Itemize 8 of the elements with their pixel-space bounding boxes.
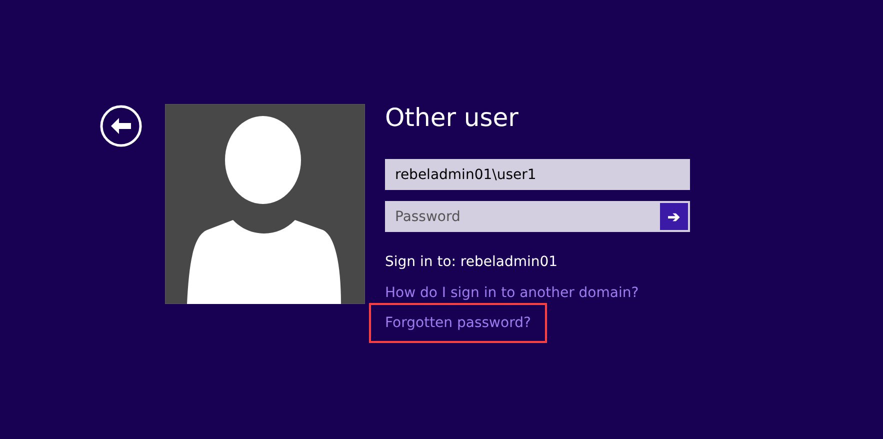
sign-in-domain-text: Sign in to: rebeladmin01 xyxy=(385,253,559,272)
page-title: Other user xyxy=(385,104,520,132)
help-link[interactable]: Forgotten password? xyxy=(385,315,531,331)
submit-button[interactable]: ➔ xyxy=(658,201,690,232)
password-field[interactable]: Password xyxy=(385,201,658,232)
back-button[interactable] xyxy=(100,105,142,147)
help-link[interactable]: How do I sign in to another domain? xyxy=(385,285,639,301)
username-field[interactable]: rebeladmin01\user1 xyxy=(385,159,690,190)
